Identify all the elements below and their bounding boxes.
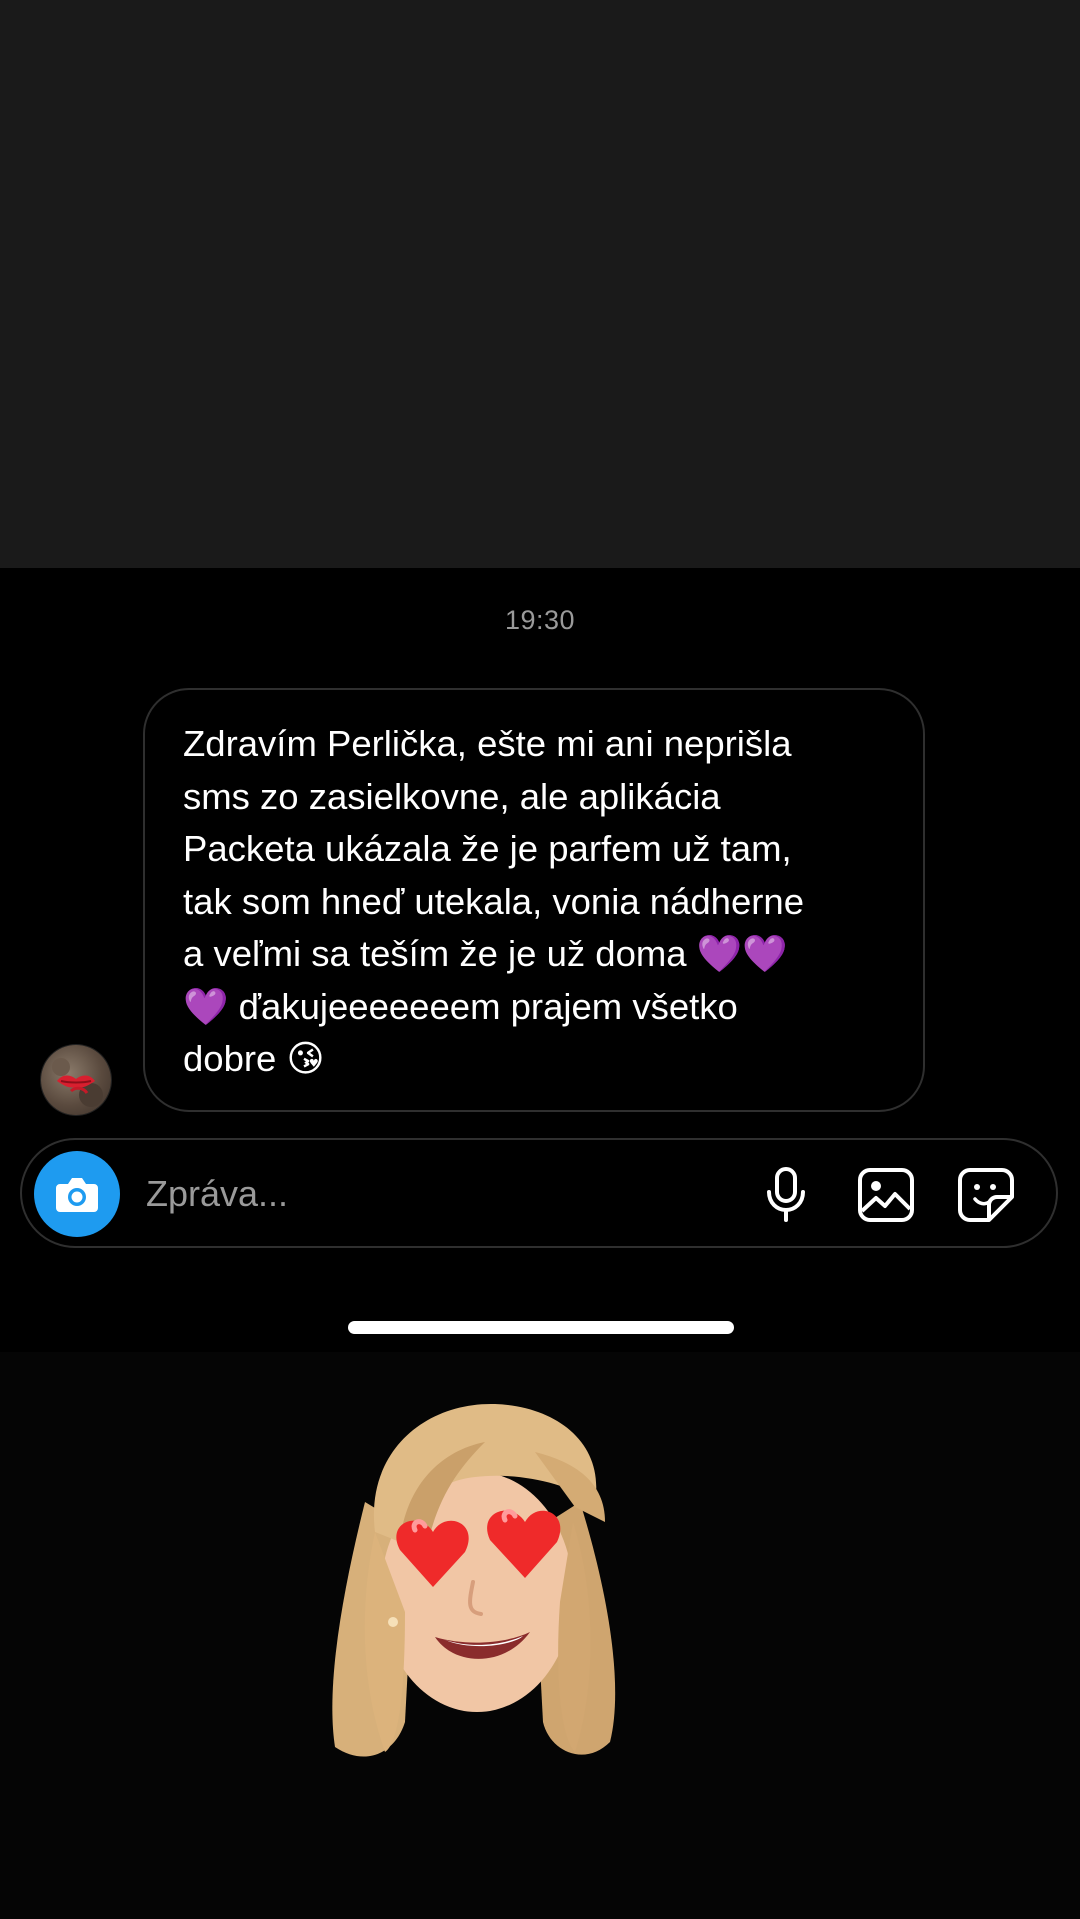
gallery-icon bbox=[858, 1168, 914, 1222]
message-timestamp: 19:30 bbox=[504, 605, 576, 635]
gallery-button[interactable] bbox=[856, 1165, 916, 1225]
camera-button[interactable] bbox=[34, 1151, 120, 1237]
sticker-button[interactable] bbox=[956, 1165, 1016, 1225]
incoming-message-bubble[interactable]: Zdravím Perlička, ešte mi ani neprišla s… bbox=[143, 688, 925, 1112]
voice-message-button[interactable] bbox=[756, 1165, 816, 1225]
message-input[interactable] bbox=[144, 1168, 628, 1220]
microphone-icon bbox=[767, 1167, 805, 1222]
home-indicator[interactable] bbox=[348, 1321, 734, 1334]
sender-avatar[interactable] bbox=[41, 1045, 111, 1115]
kiss-mark-icon bbox=[52, 1058, 103, 1107]
message-text: Zdravím Perlička, ešte mi ani neprišla s… bbox=[183, 723, 805, 1079]
message-composer bbox=[20, 1138, 1058, 1248]
sticker-icon bbox=[958, 1168, 1014, 1222]
camera-icon bbox=[56, 1178, 98, 1212]
memoji-heart-eyes-sticker bbox=[332, 1403, 616, 1757]
sticker-area bbox=[0, 1352, 1080, 1919]
shared-media-preview-area bbox=[0, 0, 1080, 568]
